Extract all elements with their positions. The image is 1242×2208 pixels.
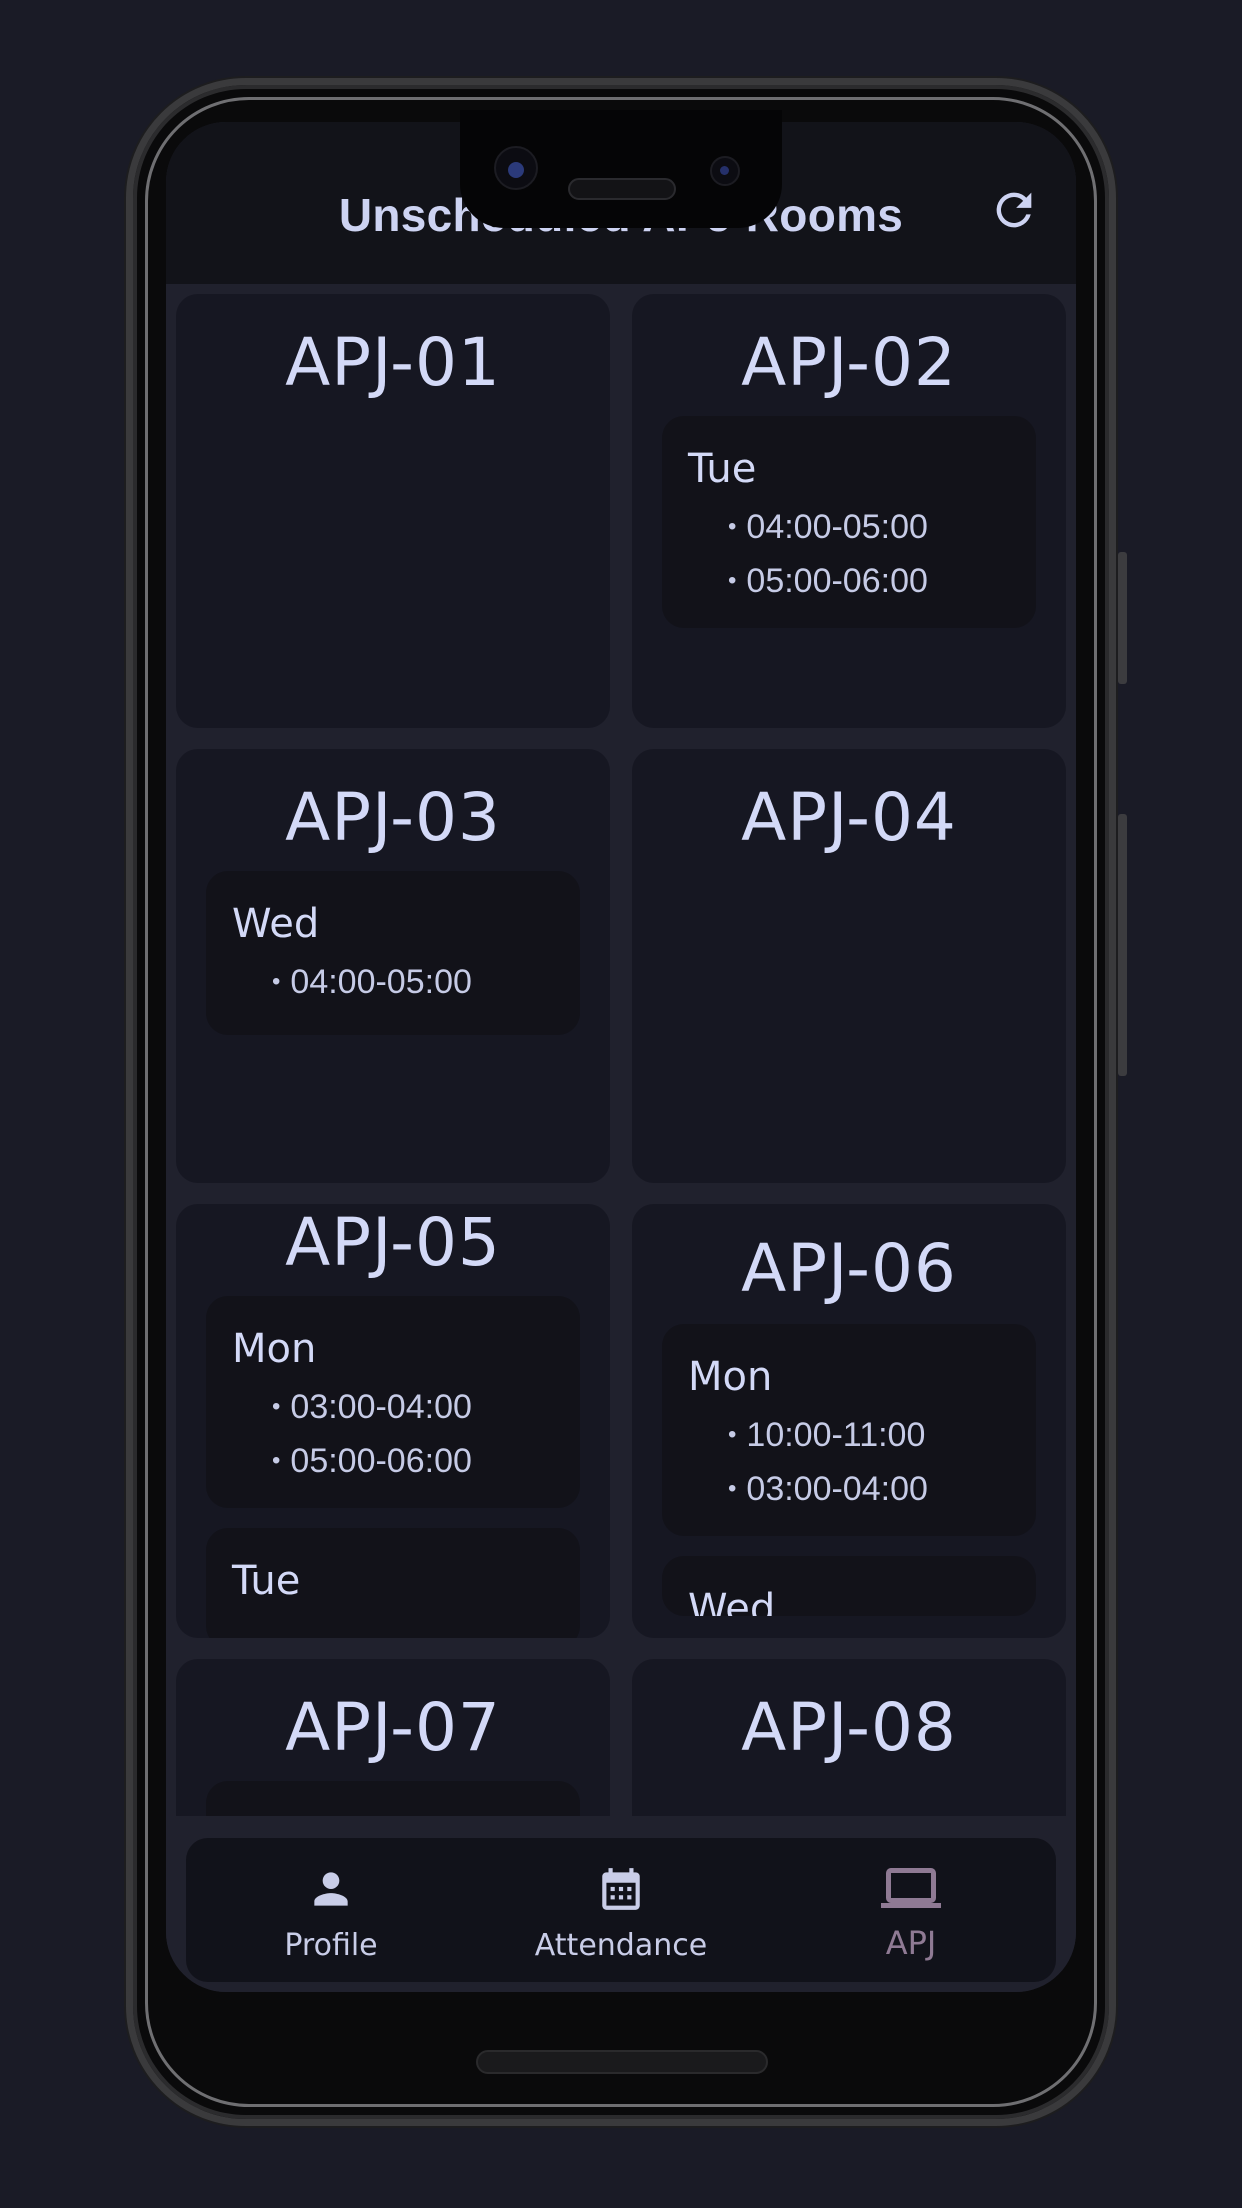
time-slot: 03:00-04:00 bbox=[688, 1464, 1010, 1518]
day-schedule: Wed 04:00-05:00 bbox=[206, 871, 580, 1035]
room-card-apj-05[interactable]: APJ-05 Mon 03:00-04:00 05:00-06:00 Tue bbox=[176, 1204, 610, 1638]
nav-item-attendance[interactable]: Attendance bbox=[476, 1838, 766, 1982]
day-label: Wed bbox=[688, 1586, 776, 1616]
refresh-button[interactable] bbox=[988, 184, 1040, 236]
day-label: Wed bbox=[232, 901, 320, 947]
front-camera-icon bbox=[494, 146, 538, 190]
day-schedule: Mon 10:00-11:00 03:00-04:00 bbox=[662, 1324, 1036, 1536]
nav-item-apj[interactable]: APJ bbox=[766, 1838, 1056, 1982]
room-name: APJ-01 bbox=[285, 324, 501, 401]
day-label: Tue bbox=[232, 1558, 301, 1604]
room-name: APJ-05 bbox=[285, 1204, 501, 1281]
room-card-apj-07[interactable]: APJ-07 M bbox=[176, 1659, 610, 1816]
room-card-apj-08[interactable]: APJ-08 bbox=[632, 1659, 1066, 1816]
time-slot: 05:00-06:00 bbox=[688, 556, 1010, 610]
day-schedule: Tue bbox=[206, 1528, 580, 1638]
rooms-grid: APJ-01 APJ-02 Tue 04:00-05:00 05:00-06:0… bbox=[166, 284, 1076, 1816]
screen: Unscheduled APJ Rooms APJ-01 APJ-02 Tue … bbox=[166, 122, 1076, 1992]
day-label: Mon bbox=[688, 1354, 773, 1400]
room-card-apj-03[interactable]: APJ-03 Wed 04:00-05:00 bbox=[176, 749, 610, 1183]
nav-label: Attendance bbox=[534, 1928, 708, 1963]
day-label: Mon bbox=[232, 1326, 317, 1372]
volume-button bbox=[1118, 552, 1127, 684]
nav-label: Profile bbox=[284, 1928, 378, 1963]
day-schedule: Wed bbox=[662, 1556, 1036, 1616]
day-schedule: M bbox=[206, 1781, 580, 1816]
home-indicator bbox=[476, 2050, 768, 2074]
room-card-apj-02[interactable]: APJ-02 Tue 04:00-05:00 05:00-06:00 bbox=[632, 294, 1066, 728]
room-name: APJ-07 bbox=[285, 1689, 501, 1766]
room-card-apj-04[interactable]: APJ-04 bbox=[632, 749, 1066, 1183]
nav-item-profile[interactable]: Profile bbox=[186, 1838, 476, 1982]
time-slot: 03:00-04:00 bbox=[232, 1382, 554, 1436]
refresh-icon bbox=[996, 192, 1032, 228]
room-name: APJ-08 bbox=[741, 1689, 957, 1766]
room-card-apj-01[interactable]: APJ-01 bbox=[176, 294, 610, 728]
nav-label: APJ bbox=[885, 1924, 937, 1962]
laptop-icon bbox=[881, 1868, 941, 1908]
time-slot: 04:00-05:00 bbox=[232, 957, 554, 1011]
time-slot: 05:00-06:00 bbox=[232, 1436, 554, 1490]
room-name: APJ-03 bbox=[285, 779, 501, 856]
time-slot: 10:00-11:00 bbox=[688, 1410, 1010, 1464]
bottom-area: Profile Attendance APJ bbox=[166, 1816, 1076, 1992]
room-name: APJ-06 bbox=[741, 1230, 957, 1307]
calendar-icon bbox=[602, 1868, 640, 1910]
day-schedule: Mon 03:00-04:00 05:00-06:00 bbox=[206, 1296, 580, 1508]
room-name: APJ-02 bbox=[741, 324, 957, 401]
time-slot: 04:00-05:00 bbox=[688, 502, 1010, 556]
power-button bbox=[1118, 814, 1127, 1076]
bottom-navigation: Profile Attendance APJ bbox=[186, 1838, 1056, 1982]
camera-notch bbox=[460, 110, 782, 228]
day-schedule: Tue 04:00-05:00 05:00-06:00 bbox=[662, 416, 1036, 628]
person-icon bbox=[314, 1872, 348, 1906]
day-label: Tue bbox=[688, 446, 757, 492]
room-card-apj-06[interactable]: APJ-06 Mon 10:00-11:00 03:00-04:00 Wed bbox=[632, 1204, 1066, 1638]
earpiece-speaker bbox=[568, 178, 676, 200]
room-name: APJ-04 bbox=[741, 779, 957, 856]
sensor-icon bbox=[710, 156, 740, 186]
